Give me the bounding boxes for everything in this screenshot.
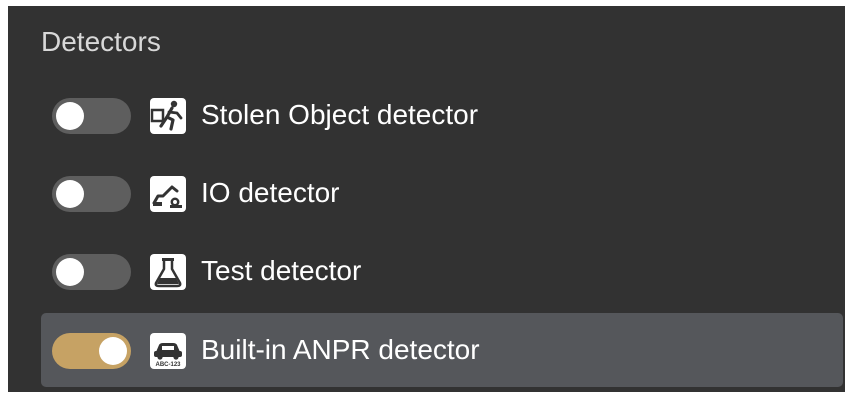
toggle-knob [56, 258, 84, 286]
detectors-panel: Detectors Stolen Object detector IO dete… [8, 6, 845, 392]
detector-row-anpr[interactable]: ABC-123 Built-in ANPR detector [41, 313, 843, 387]
detector-row-test[interactable]: Test detector [41, 234, 843, 308]
toggle-knob [56, 102, 84, 130]
toggle-switch[interactable] [52, 254, 131, 290]
detector-label: Stolen Object detector [201, 99, 479, 130]
plate-text: ABC-123 [155, 362, 181, 368]
detector-row-stolen-object[interactable]: Stolen Object detector [41, 78, 843, 152]
car-plate-icon: ABC-123 [150, 333, 186, 369]
io-lever-icon [150, 176, 186, 212]
detector-row-io[interactable]: IO detector [41, 156, 843, 230]
toggle-knob [56, 180, 84, 208]
toggle-switch[interactable] [52, 98, 131, 134]
panel-title: Detectors [41, 26, 161, 57]
toggle-switch[interactable] [52, 333, 131, 369]
detector-label: IO detector [201, 177, 340, 208]
toggle-switch[interactable] [52, 176, 131, 212]
detector-label: Built-in ANPR detector [201, 334, 480, 365]
flask-icon [150, 254, 186, 290]
detector-label: Test detector [201, 255, 362, 286]
running-person-icon [150, 98, 186, 134]
toggle-knob [99, 337, 127, 365]
